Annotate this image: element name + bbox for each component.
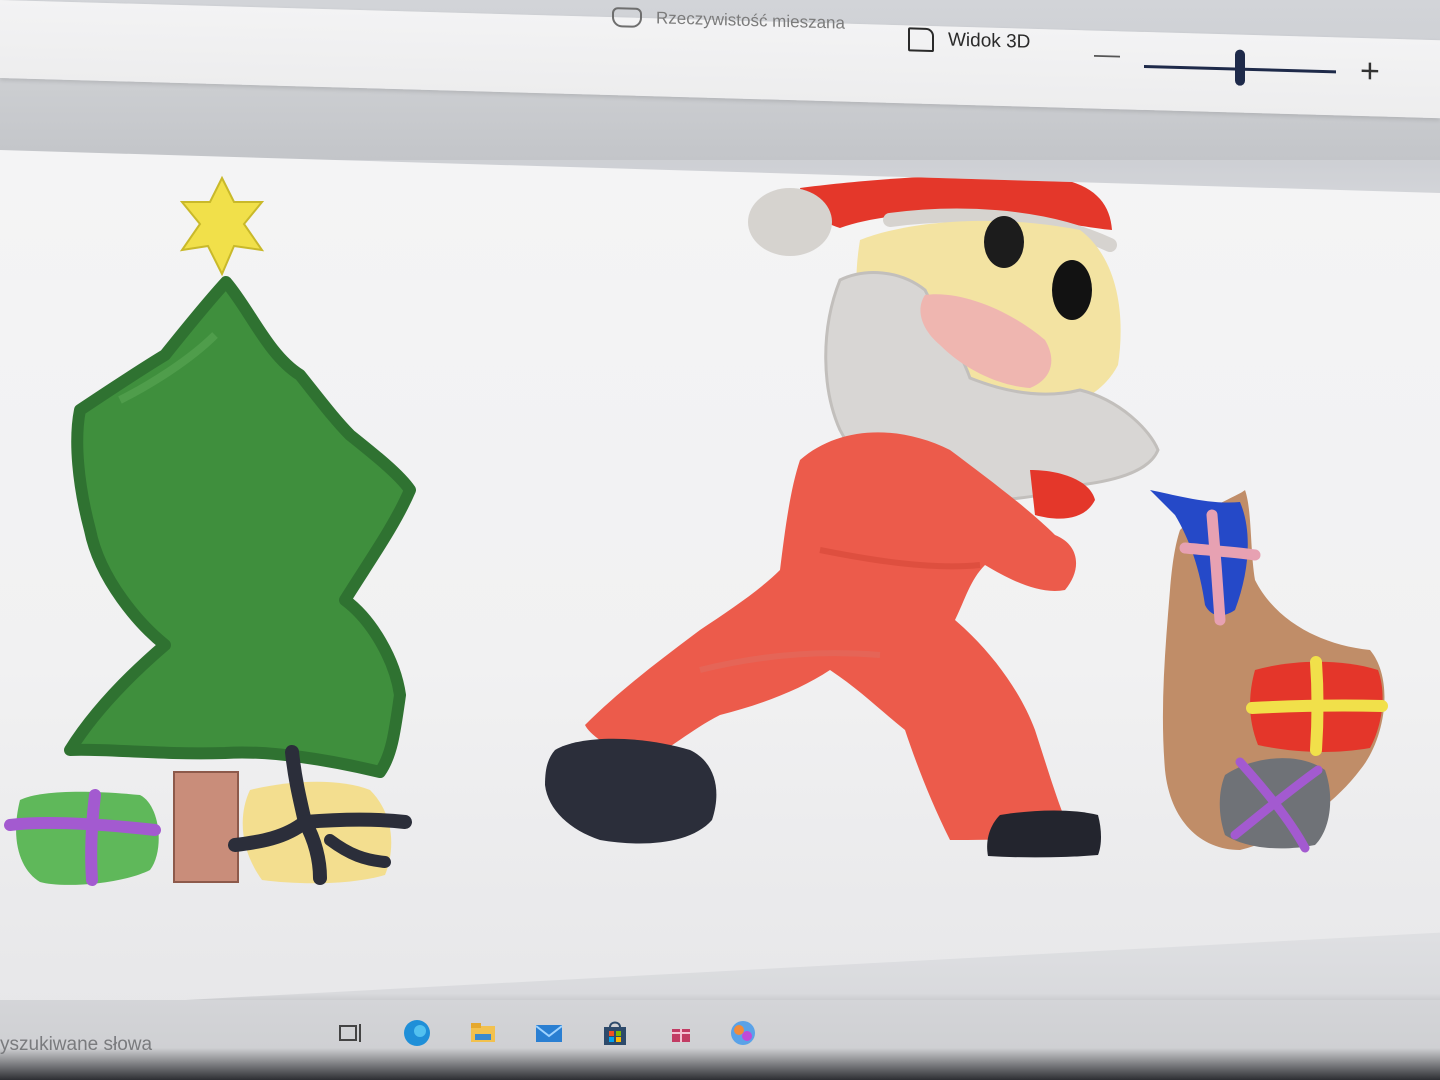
screen: Rzeczywistość mieszana Widok 3D — + yszu… [0,0,1440,1080]
zoom-out-button[interactable]: — [1094,39,1120,71]
gift-icon[interactable] [666,1018,696,1048]
file-explorer-icon[interactable] [468,1018,498,1048]
paint3d-icon[interactable] [728,1018,758,1048]
gift-sack [1150,490,1388,853]
santa [545,174,1160,858]
zoom-slider-thumb[interactable] [1235,49,1245,86]
drawing-artwork [4,174,1388,886]
tree-star [179,175,265,277]
santa-boot-right [987,810,1101,858]
santa-eye-right [1052,260,1092,320]
zoom-in-button[interactable]: + [1360,52,1380,92]
tree-trunk [173,771,239,883]
mail-icon[interactable] [534,1018,564,1048]
mixed-reality-icon [612,7,642,28]
gift-green [4,789,161,886]
view-3d-button[interactable]: Widok 3D [908,27,1030,54]
santa-boot-left [545,738,717,844]
task-view-icon[interactable] [336,1018,366,1048]
mixed-reality-button[interactable]: Rzeczywistość mieszana [612,7,845,34]
santa-eye-left [984,216,1024,268]
christmas-tree [64,175,416,883]
store-icon[interactable] [600,1018,630,1048]
edge-icon[interactable] [402,1018,432,1048]
drawing-canvas[interactable] [0,150,1440,1010]
mixed-reality-label: Rzeczywistość mieszana [656,8,845,33]
cube-icon [908,27,934,53]
tree-foliage [64,276,416,778]
windows-taskbar [0,1000,1440,1080]
view-3d-label: Widok 3D [948,29,1031,53]
taskbar-search-box[interactable]: yszukiwane słowa [0,1034,152,1056]
hat-pompom [748,188,832,256]
